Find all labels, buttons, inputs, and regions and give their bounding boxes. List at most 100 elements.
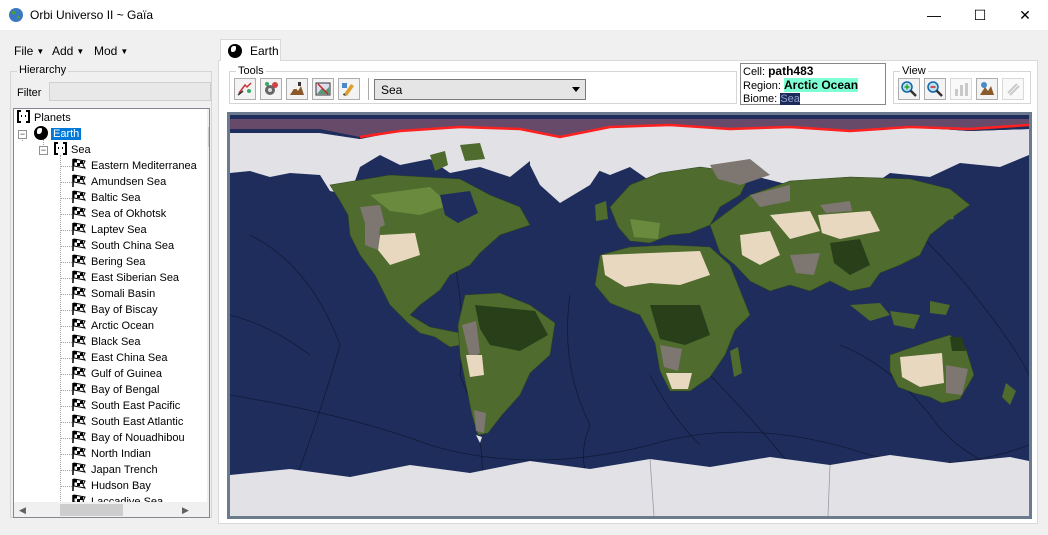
menu-add[interactable]: Add ▼ [52, 44, 84, 58]
tree-node-sea-item[interactable]: Eastern Mediterranea [72, 158, 197, 174]
tree-vertical-scrollbar[interactable]: ▲ ▼ [207, 109, 209, 502]
terrain-tool-button[interactable] [286, 78, 308, 100]
checkered-flag-icon [72, 350, 86, 363]
chevron-down-icon: ▼ [120, 47, 129, 56]
zoom-in-button[interactable] [898, 78, 920, 100]
tab-earth[interactable]: Earth [220, 39, 281, 61]
tree-node-earth[interactable]: Earth [34, 126, 82, 142]
tree-guide [60, 342, 72, 343]
checkered-flag-icon [72, 190, 86, 203]
select-cell-button[interactable] [234, 78, 256, 100]
checkered-flag-icon [72, 302, 86, 315]
menu-mod[interactable]: Mod ▼ [94, 44, 128, 58]
globe-view-button[interactable] [976, 78, 998, 100]
hierarchy-tree[interactable]: Planets − Earth − Sea Eastern Mediterran… [13, 108, 210, 518]
tree-node-sea-item[interactable]: Arctic Ocean [72, 318, 154, 334]
tree-guide [60, 438, 72, 439]
tree-node-sea-item[interactable]: North Indian [72, 446, 151, 462]
tree-guide [60, 470, 72, 471]
tree-node-sea-item[interactable]: Hudson Bay [72, 478, 151, 494]
cell-id: path483 [768, 64, 814, 78]
close-button[interactable]: ✕ [1002, 0, 1048, 30]
chart-view-icon [955, 83, 968, 96]
scroll-up-icon[interactable]: ▲ [207, 109, 209, 126]
planet-globe-icon [228, 44, 242, 58]
scroll-right-icon[interactable]: ▶ [177, 502, 194, 517]
scroll-left-icon[interactable]: ◀ [14, 502, 31, 517]
tree-guide [60, 230, 72, 231]
checkered-flag-icon [72, 430, 86, 443]
checkered-flag-icon [72, 382, 86, 395]
folder-bracket-icon [54, 142, 67, 155]
map-viewport[interactable] [227, 112, 1032, 519]
gear-paint-button[interactable] [260, 78, 282, 100]
folder-bracket-icon [17, 110, 30, 123]
minimize-button[interactable]: — [911, 0, 957, 30]
checkered-flag-icon [72, 254, 86, 267]
chevron-down-icon: ▼ [36, 47, 45, 56]
tree-guide [60, 182, 72, 183]
menu-file[interactable]: File ▼ [14, 44, 44, 58]
checkered-flag-icon [72, 174, 86, 187]
tree-guide [60, 166, 72, 167]
checkered-flag-icon [72, 446, 86, 459]
tree-node-sea-item[interactable]: Bay of Nouadhibou [72, 430, 185, 446]
biome-brush-button[interactable] [338, 78, 360, 100]
tree-node-sea-item[interactable]: Bay of Bengal [72, 382, 160, 398]
tree-guide [60, 246, 72, 247]
collapse-sea-toggle[interactable]: − [39, 146, 48, 155]
biome-brush-icon [342, 83, 354, 96]
tree-node-sea-item[interactable]: Baltic Sea [72, 190, 141, 206]
checkered-flag-icon [72, 270, 86, 283]
link-view-button[interactable] [1002, 78, 1024, 100]
layer-select[interactable]: Sea [374, 79, 586, 100]
checkered-flag-icon [72, 462, 86, 475]
link-view-icon [1007, 83, 1020, 96]
gear-paint-icon [265, 82, 278, 95]
scroll-down-icon[interactable]: ▼ [207, 485, 209, 502]
zoom-in-icon [901, 81, 917, 97]
tree-node-sea-item[interactable]: Gulf of Guinea [72, 366, 162, 382]
checkered-flag-icon [72, 238, 86, 251]
tree-node-sea-item[interactable]: South East Atlantic [72, 414, 183, 430]
zoom-out-button[interactable] [924, 78, 946, 100]
scroll-thumb[interactable] [208, 127, 209, 147]
hierarchy-legend: Hierarchy [17, 64, 69, 76]
tree-node-sea-item[interactable]: South East Pacific [72, 398, 180, 414]
tree-node-sea-item[interactable]: Black Sea [72, 334, 141, 350]
checkered-flag-icon [72, 318, 86, 331]
tree-node-sea-item[interactable]: Japan Trench [72, 462, 158, 478]
filter-input[interactable] [49, 82, 211, 101]
cell-info-panel: Cell: path483 Region: Arctic Ocean Biome… [740, 63, 886, 105]
tree-guide [60, 358, 72, 359]
title-bar: Orbi Universo II ~ Gaïa — ☐ ✕ [0, 0, 1048, 30]
tree-guide [60, 278, 72, 279]
world-map[interactable] [230, 115, 1029, 516]
tree-node-sea-item[interactable]: Laptev Sea [72, 222, 147, 238]
tree-node-sea-item[interactable]: Bering Sea [72, 254, 145, 270]
tree-node-sea-item[interactable]: East Siberian Sea [72, 270, 179, 286]
image-tool-button[interactable] [312, 78, 334, 100]
tree-node-sea-item[interactable]: Sea of Okhotsk [72, 206, 166, 222]
scroll-thumb[interactable] [60, 504, 123, 516]
toolbar-separator [368, 78, 369, 100]
tree-horizontal-scrollbar[interactable]: ◀ ▶ [14, 502, 207, 517]
tree-node-sea[interactable]: Sea [54, 142, 91, 158]
chart-view-button[interactable] [950, 78, 972, 100]
tree-guide [60, 155, 61, 517]
tree-node-sea-item[interactable]: South China Sea [72, 238, 174, 254]
tree-node-sea-item[interactable]: Amundsen Sea [72, 174, 166, 190]
view-legend: View [900, 65, 928, 77]
tree-node-planets[interactable]: Planets [17, 110, 71, 126]
tree-guide [60, 406, 72, 407]
tree-guide [60, 422, 72, 423]
globe-view-icon [980, 82, 994, 95]
maximize-button[interactable]: ☐ [957, 0, 1003, 30]
tree-node-sea-item[interactable]: East China Sea [72, 350, 167, 366]
app-globe-icon [9, 8, 23, 22]
tree-node-sea-item[interactable]: Bay of Biscay [72, 302, 158, 318]
terrain-tool-icon [290, 82, 304, 95]
tree-guide [60, 294, 72, 295]
tree-node-sea-item[interactable]: Somali Basin [72, 286, 155, 302]
collapse-earth-toggle[interactable]: − [18, 130, 27, 139]
